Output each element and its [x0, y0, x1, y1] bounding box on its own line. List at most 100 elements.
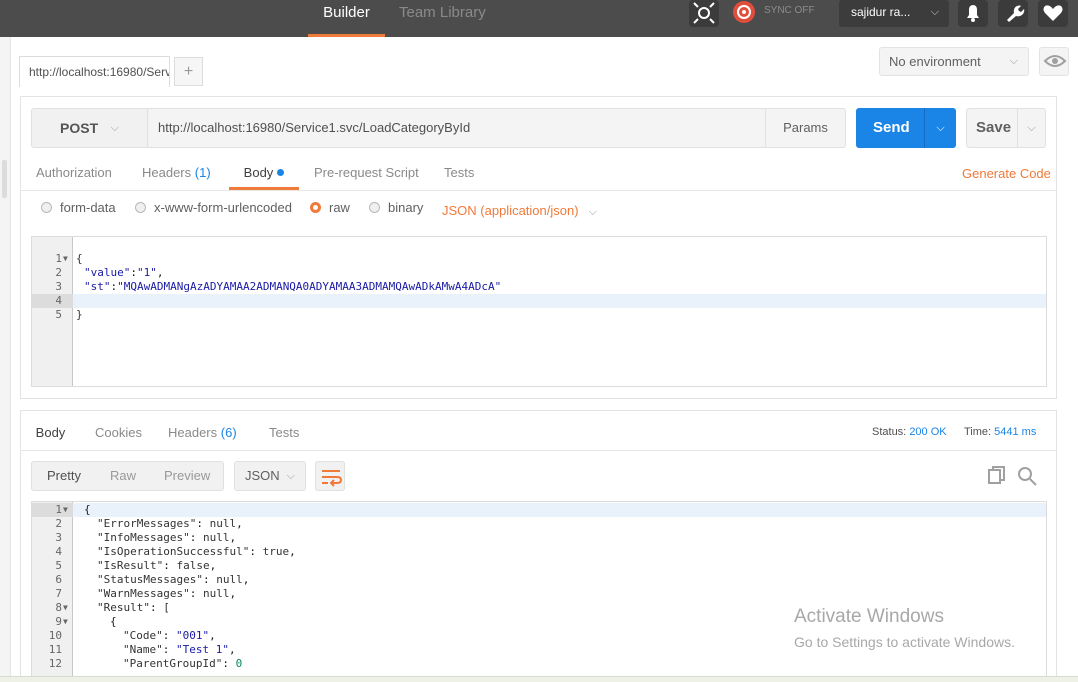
response-body-viewer[interactable]: 1 ▼{2 "ErrorMessages": null, 3 "InfoMessages… [31, 501, 1047, 682]
windows-activation-watermark: Activate Windows Go to Settings to activ… [794, 606, 1015, 650]
copy-icon[interactable] [985, 464, 1009, 488]
request-body-editor[interactable]: 1 ▼{ 2 "value":"1", 3 "st":"MQAwADMANgAzADY… [31, 236, 1047, 387]
json-colon: : [202, 573, 217, 586]
json-comma: , [229, 587, 237, 600]
tab-body[interactable]: Body [229, 156, 299, 190]
response-tab-body[interactable]: Body [28, 416, 73, 450]
response-format-value: JSON [245, 468, 280, 483]
response-tab-cookies[interactable]: Cookies [95, 416, 142, 450]
code-text: "WarnMessages": null, [97, 587, 236, 601]
json-key: "ErrorMessages" [97, 517, 197, 530]
method-select[interactable]: POST ⌵ [31, 108, 148, 148]
view-preview-button[interactable]: Preview [164, 462, 210, 490]
json-key: "Name" [123, 643, 163, 656]
response-status: Status: 200 OK [872, 426, 947, 438]
radio-form-data[interactable]: form-data [41, 200, 116, 215]
tab-team-library[interactable]: Team Library [399, 0, 499, 37]
tab-headers[interactable]: Headers (1) [142, 156, 211, 190]
json-value: false [176, 559, 210, 572]
code-text: "IsResult": false, [97, 559, 216, 573]
tab-label: Body [243, 165, 274, 180]
fold-arrow-icon[interactable]: ▼ [63, 503, 68, 517]
json-colon: : [163, 559, 177, 572]
tab-label: Headers [168, 425, 218, 440]
request-tab[interactable]: http://localhost:16980/Servi [19, 56, 170, 87]
radio-raw[interactable]: raw [310, 200, 350, 215]
sidebar-collapsed[interactable] [0, 37, 11, 682]
view-raw-button[interactable]: Raw [110, 462, 136, 490]
bell-icon[interactable] [958, 0, 988, 27]
wrap-lines-button[interactable] [315, 461, 345, 491]
tab-authorization[interactable]: Authorization [36, 156, 112, 190]
line-number: 11 [48, 643, 62, 656]
send-options-button[interactable]: ⌵ [924, 108, 956, 148]
save-button[interactable]: Save ⌵ [966, 108, 1046, 148]
response-time: Time: 5441 ms [964, 426, 1036, 438]
code-line: 7 "WarnMessages": null, [32, 587, 1032, 601]
code-text: { [84, 503, 91, 516]
radio-x-www-form-urlencoded[interactable]: x-www-form-urlencoded [135, 200, 292, 215]
json-colon: : [189, 587, 203, 600]
json-value: [ [163, 601, 170, 614]
user-menu[interactable]: sajidur ra... ⌵ [839, 0, 949, 27]
fold-arrow-icon[interactable]: ▼ [63, 615, 68, 629]
line-number: 5 [55, 559, 62, 572]
response-format-select[interactable]: JSON ⌵ [234, 461, 306, 491]
line-number: 3 [55, 531, 62, 544]
params-button[interactable]: Params [765, 108, 846, 148]
chevron-down-icon: ⌵ [588, 206, 597, 218]
sync-icon[interactable] [729, 0, 759, 27]
code-line: 4 [32, 280, 1032, 307]
url-input[interactable]: http://localhost:16980/Service1.svc/Load… [148, 108, 766, 148]
content-type-select[interactable]: JSON (application/json) ⌵ [442, 203, 597, 219]
response-tab-headers[interactable]: Headers (6) [168, 416, 237, 450]
environment-select[interactable]: No environment ⌵ [879, 47, 1029, 76]
view-pretty-button[interactable]: Pretty [47, 462, 81, 490]
save-label: Save [976, 119, 1012, 136]
search-icon[interactable] [1015, 464, 1039, 488]
code-text: "ErrorMessages": null, [97, 517, 243, 531]
tab-label: Pre-request Script [314, 165, 419, 180]
generate-code-link[interactable]: Generate Code [962, 166, 1051, 181]
fold-arrow-icon[interactable]: ▼ [63, 601, 68, 615]
heart-icon[interactable] [1038, 0, 1068, 27]
sync-status: SYNC OFF [764, 5, 815, 16]
code-text: "Name": "Test 1", [123, 643, 236, 657]
code-line: 5 "IsResult": false, [32, 559, 1032, 573]
json-colon: : [249, 545, 263, 558]
json-comma: , [242, 573, 250, 586]
tab-tests[interactable]: Tests [444, 156, 474, 190]
json-value: null [216, 573, 243, 586]
tab-builder[interactable]: Builder [308, 0, 385, 37]
interceptor-icon[interactable] [689, 0, 719, 27]
radio-label: raw [329, 200, 350, 215]
tab-pre-request-script[interactable]: Pre-request Script [314, 156, 419, 190]
code-text: { [110, 615, 117, 628]
radio-circle-selected [310, 202, 321, 213]
time-value: 5441 ms [994, 426, 1037, 438]
tab-label: Cookies [95, 425, 142, 440]
line-number: 6 [55, 573, 62, 586]
divider [21, 190, 1056, 191]
wrench-icon[interactable] [998, 0, 1028, 27]
send-label: Send [873, 119, 910, 136]
add-tab-button[interactable]: + [174, 57, 203, 86]
environment-quick-look-button[interactable] [1039, 47, 1069, 76]
json-key: "StatusMessages" [97, 573, 203, 586]
save-options-button[interactable]: ⌵ [1017, 109, 1045, 147]
response-tab-tests[interactable]: Tests [269, 416, 299, 450]
response-tabs: Body Cookies Headers (6) Tests [0, 416, 860, 450]
code-line: 2 "ErrorMessages": null, [32, 517, 1032, 531]
json-value: true [262, 545, 290, 558]
code-line: 1 ▼ { [32, 503, 1032, 517]
json-comma: , [209, 629, 216, 642]
send-button[interactable]: Send ⌵ [856, 108, 956, 148]
code-line: 3 "InfoMessages": null, [32, 531, 1032, 545]
line-number: 7 [55, 587, 62, 600]
json-comma: , [236, 517, 243, 530]
tab-label: Authorization [36, 165, 112, 180]
radio-binary[interactable]: binary [369, 200, 423, 215]
json-value: "001" [176, 629, 210, 642]
environment-value: No environment [889, 54, 981, 69]
time-label: Time: [964, 426, 992, 438]
